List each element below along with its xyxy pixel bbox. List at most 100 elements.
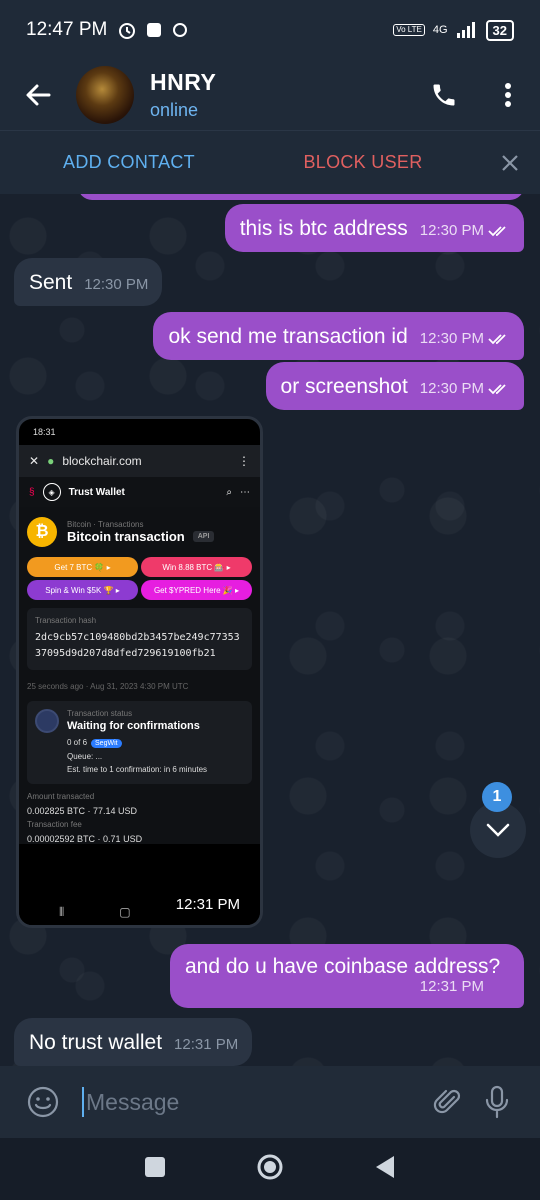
emoji-icon [27, 1086, 59, 1118]
home-circle-icon [257, 1154, 283, 1179]
double-check-icon [488, 384, 506, 395]
message-time: 12:30 PM [84, 276, 149, 293]
alarm-icon [119, 23, 136, 39]
status-label: Transaction status [67, 709, 133, 718]
microphone-icon [485, 1085, 509, 1119]
back-button[interactable] [0, 60, 76, 130]
contact-action-bar: ADD CONTACT BLOCK USER [0, 130, 540, 194]
contact-status: online [150, 100, 199, 120]
message-bubble-outgoing[interactable]: and do u have coinbase address? 12:31 PM [170, 944, 524, 1008]
screenshot-breadcrumb: Bitcoin · Transactions [67, 520, 144, 529]
screenshot-url: blockchair.com [62, 454, 142, 468]
screenshot-title: Bitcoin transaction [67, 529, 185, 544]
confirmations: 0 of 6 [67, 738, 88, 747]
status-title: Waiting for confirmations [67, 720, 200, 732]
close-icon [502, 154, 518, 171]
ad-button: Spin & Win $5K 🏆 ▸ [27, 580, 138, 600]
status-bar: 12:47 PM Vo LTE 4G 32 [0, 0, 540, 60]
signal-icon [456, 22, 475, 38]
screenshot-status-time: 18:31 [33, 427, 56, 437]
screenshot-url-bar: ✕ ● blockchair.com ⋮ [19, 445, 260, 477]
double-check-icon [488, 334, 506, 345]
message-list[interactable]: this is btc address 12:30 PM Sent 12:30 … [0, 194, 540, 1066]
phone-icon [433, 84, 455, 106]
home-icon: ▢ [119, 905, 131, 919]
transaction-hash: 2dc9cb57c109480bd2b3457be249c7735337095d… [35, 632, 240, 659]
ad-button: Win 8.88 BTC 🎰 ▸ [141, 557, 252, 577]
message-bubble-incoming[interactable]: Sent 12:30 PM [14, 258, 163, 306]
triangle-back-icon [376, 1155, 394, 1178]
blockchair-logo-icon: § [29, 486, 35, 498]
amount-value: 0.002825 BTC · 77.14 USD [27, 806, 138, 816]
dismiss-action-bar-button[interactable] [480, 154, 540, 172]
call-button[interactable] [412, 63, 476, 127]
message-text: this is btc address [239, 217, 408, 240]
est-text: Est. time to 1 confirmation: in 6 minute… [67, 765, 208, 774]
message-time: 12:31 PM [167, 894, 248, 915]
message-composer: Message [0, 1066, 540, 1138]
square-icon [145, 1156, 165, 1177]
search-icon: ⌕ [226, 486, 232, 498]
message-time: 12:30 PM [419, 380, 484, 397]
chat-title[interactable]: HNRY online [150, 69, 216, 121]
status-time: 12:47 PM [26, 19, 108, 40]
more-options-button[interactable] [476, 63, 540, 127]
system-navigation-bar [0, 1138, 540, 1200]
secure-dot-icon: ● [47, 454, 55, 468]
add-contact-button[interactable]: ADD CONTACT [0, 152, 258, 173]
pending-icon [35, 709, 59, 733]
queue-text: Queue: ... [67, 752, 103, 761]
recents-icon: ⦀ [59, 904, 65, 919]
block-user-button[interactable]: BLOCK USER [258, 152, 468, 173]
double-check-icon [488, 226, 506, 237]
hash-label: Transaction hash [35, 616, 97, 625]
message-time: 12:30 PM [419, 330, 484, 347]
bitcoin-icon: ₿ [27, 517, 57, 547]
volte-icon: Vo LTE [393, 24, 425, 36]
fee-label: Transaction fee [27, 820, 82, 829]
attach-button[interactable] [422, 1087, 472, 1117]
ad-button: Get $YPRED Here 🎉 ▸ [141, 580, 252, 600]
message-bubble-partial [78, 194, 524, 200]
message-bubble-outgoing[interactable]: this is btc address 12:30 PM [224, 204, 524, 252]
back-arrow-icon [26, 84, 51, 106]
battery-icon: 32 [485, 19, 514, 41]
fee-value: 0.00002592 BTC · 0.71 USD [27, 834, 143, 844]
close-icon: ✕ [29, 454, 40, 468]
chat-header: HNRY online [0, 60, 540, 130]
ad-button: Get 7 BTC 🍀 ▸ [27, 557, 138, 577]
emoji-button[interactable] [18, 1086, 68, 1118]
notification-icon [173, 23, 188, 37]
amount-label: Amount transacted [27, 792, 95, 801]
wallet-label: Trust Wallet [68, 486, 125, 498]
message-text: Sent [29, 271, 73, 294]
message-time: 12:30 PM [419, 222, 484, 239]
message-text: or screenshot [280, 375, 408, 398]
segwit-badge: SegWit [91, 739, 122, 748]
message-text: ok send me transaction id [168, 325, 408, 348]
home-button[interactable] [256, 1153, 284, 1186]
api-tag: API [192, 531, 215, 542]
message-text: No trust wallet [29, 1031, 163, 1054]
message-time: 12:31 PM [174, 1036, 239, 1053]
network-type: 4G [432, 24, 448, 36]
unread-count-badge: 1 [482, 782, 512, 812]
shield-icon: ◈ [42, 483, 61, 501]
contact-name: HNRY [150, 69, 217, 95]
paperclip-icon [433, 1089, 461, 1114]
message-bubble-incoming[interactable]: No trust wallet 12:31 PM [14, 1018, 253, 1066]
avatar[interactable] [76, 66, 134, 124]
back-nav-button[interactable] [374, 1155, 396, 1184]
message-input[interactable]: Message [82, 1087, 422, 1117]
time-ago: 25 seconds ago · Aug 31, 2023 4:30 PM UT… [27, 682, 189, 691]
message-bubble-outgoing[interactable]: ok send me transaction id 12:30 PM [153, 312, 524, 360]
recents-button[interactable] [144, 1156, 166, 1183]
message-bubble-outgoing[interactable]: or screenshot 12:30 PM [265, 362, 524, 410]
message-time: 12:31 PM [419, 978, 484, 995]
chevron-down-icon [486, 823, 510, 837]
image-message[interactable]: 18:31 ✕ ● blockchair.com ⋮ § ◈ Trust Wal… [16, 416, 263, 928]
voice-message-button[interactable] [472, 1085, 522, 1119]
more-vertical-icon [505, 83, 511, 107]
more-vertical-icon: ⋮ [238, 454, 250, 468]
grid-icon: ⋯ [240, 486, 250, 498]
